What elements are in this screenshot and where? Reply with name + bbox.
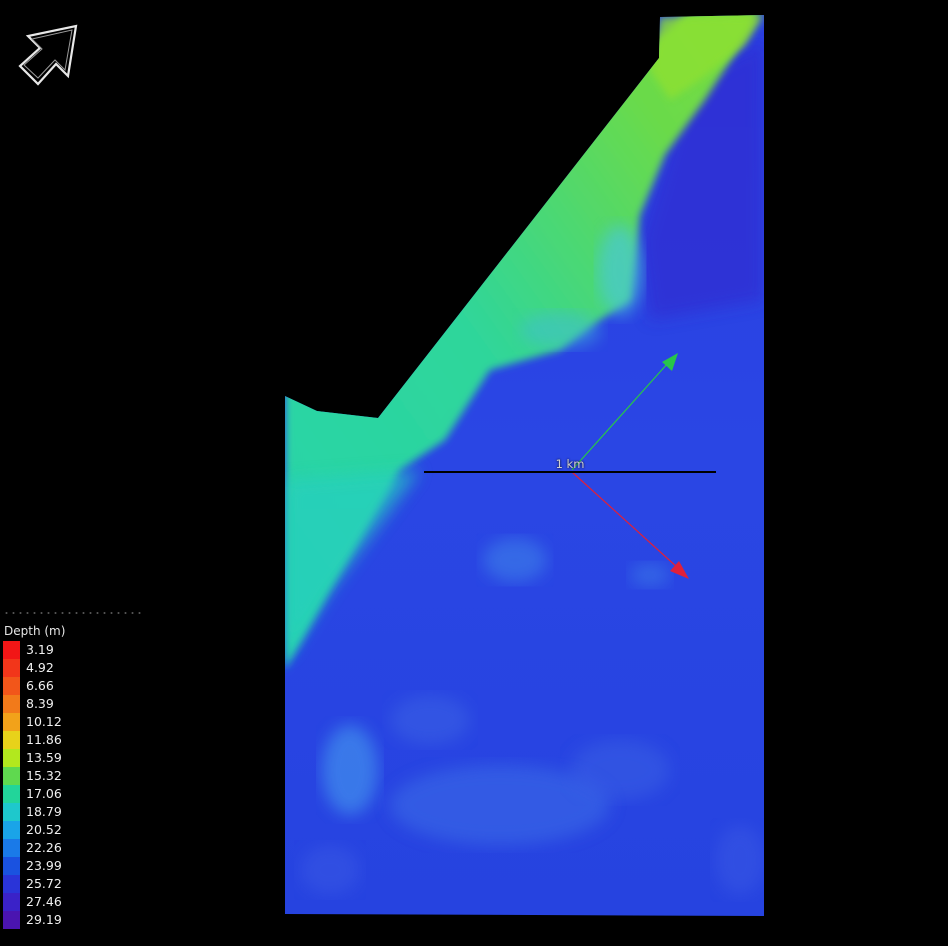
- legend-item: 3.19: [3, 641, 153, 659]
- legend-swatch: [3, 839, 20, 857]
- legend-item: 20.52: [3, 821, 153, 839]
- scale-bar-label: 1 km: [555, 457, 585, 471]
- legend-label: 15.32: [26, 768, 62, 783]
- legend-swatch: [3, 803, 20, 821]
- legend-item: 29.19: [3, 911, 153, 929]
- legend-entries: 3.19 4.92 6.66 8.39 10.12 11.86 13.59 15…: [3, 641, 153, 929]
- legend-item: 17.06: [3, 785, 153, 803]
- legend-label: 29.19: [26, 912, 62, 927]
- legend-item: 6.66: [3, 677, 153, 695]
- legend-item: 23.99: [3, 857, 153, 875]
- legend-title: Depth (m): [4, 624, 66, 638]
- legend-label: 3.19: [26, 642, 54, 657]
- legend-label: 10.12: [26, 714, 62, 729]
- legend-divider: [3, 608, 145, 618]
- depth-legend: Depth (m) 3.19 4.92 6.66 8.39 10.12 11.8…: [3, 608, 153, 929]
- legend-label: 25.72: [26, 876, 62, 891]
- legend-label: 8.39: [26, 696, 54, 711]
- legend-item: 27.46: [3, 893, 153, 911]
- legend-swatch: [3, 677, 20, 695]
- legend-item: 22.26: [3, 839, 153, 857]
- legend-item: 4.92: [3, 659, 153, 677]
- legend-swatch: [3, 641, 20, 659]
- legend-label: 17.06: [26, 786, 62, 801]
- legend-label: 11.86: [26, 732, 62, 747]
- legend-label: 23.99: [26, 858, 62, 873]
- legend-label: 27.46: [26, 894, 62, 909]
- legend-swatch: [3, 893, 20, 911]
- legend-item: 15.32: [3, 767, 153, 785]
- legend-item: 8.39: [3, 695, 153, 713]
- legend-item: 11.86: [3, 731, 153, 749]
- legend-swatch: [3, 731, 20, 749]
- legend-label: 22.26: [26, 840, 62, 855]
- legend-item: 10.12: [3, 713, 153, 731]
- legend-label: 4.92: [26, 660, 54, 675]
- legend-swatch: [3, 659, 20, 677]
- legend-swatch: [3, 749, 20, 767]
- legend-swatch: [3, 785, 20, 803]
- legend-swatch: [3, 713, 20, 731]
- legend-item: 13.59: [3, 749, 153, 767]
- legend-swatch: [3, 875, 20, 893]
- legend-label: 18.79: [26, 804, 62, 819]
- legend-swatch: [3, 767, 20, 785]
- legend-label: 20.52: [26, 822, 62, 837]
- legend-label: 6.66: [26, 678, 54, 693]
- legend-item: 25.72: [3, 875, 153, 893]
- legend-swatch: [3, 857, 20, 875]
- legend-item: 18.79: [3, 803, 153, 821]
- legend-label: 13.59: [26, 750, 62, 765]
- north-arrow-icon[interactable]: [12, 22, 82, 92]
- legend-swatch: [3, 821, 20, 839]
- legend-swatch: [3, 695, 20, 713]
- legend-swatch: [3, 911, 20, 929]
